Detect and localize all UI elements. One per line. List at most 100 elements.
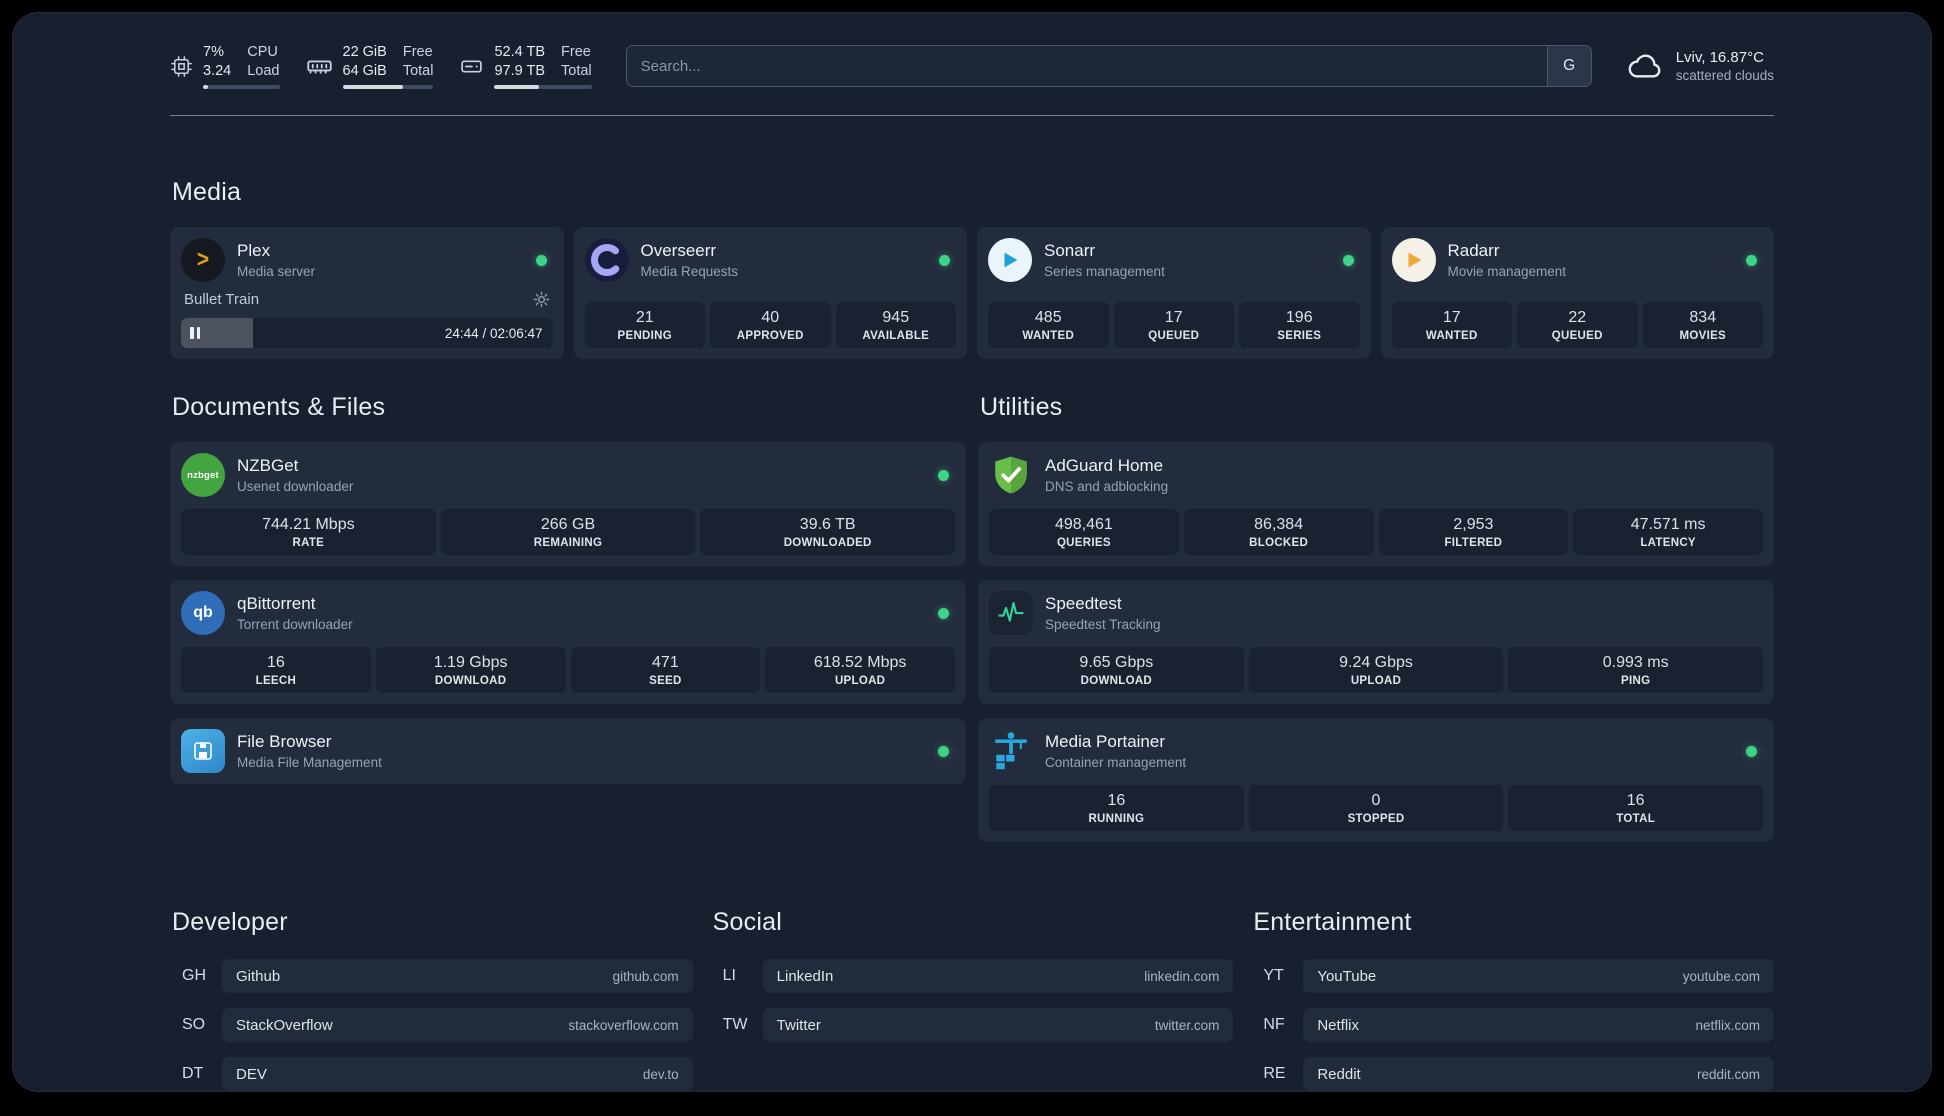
bookmark-linkedin[interactable]: LI LinkedIn linkedin.com xyxy=(711,959,1234,994)
portainer-stats: 16 RUNNING 0 STOPPED 16 TOTAL xyxy=(989,785,1764,832)
service-link-speedtest[interactable]: Speedtest Speedtest Tracking xyxy=(989,591,1763,636)
card-radarr: Radarr Movie management 17 WANTED 22 QUEUE… xyxy=(1380,227,1774,360)
bookmark-url: netflix.com xyxy=(1695,1017,1760,1033)
bookmark-abbr: GH xyxy=(182,967,206,985)
service-subtitle: Media server xyxy=(237,264,316,280)
bookmark-url: dev.to xyxy=(642,1066,679,1082)
cpu-icon xyxy=(170,55,193,78)
disk-usage-fill xyxy=(494,85,540,90)
status-dot xyxy=(1746,254,1757,266)
search-input[interactable] xyxy=(626,46,1547,87)
bookmark-url: twitter.com xyxy=(1154,1017,1220,1033)
bookmark-abbr: YT xyxy=(1263,967,1284,985)
service-link-overseerr[interactable]: Overseerr Media Requests xyxy=(584,238,957,283)
entertainment-section-title: Entertainment xyxy=(1253,908,1412,937)
bookmark-netflix[interactable]: NF Netflix netflix.com xyxy=(1251,1008,1774,1043)
disk-free-value: 52.4 TB xyxy=(494,44,546,60)
service-name: Media Portainer xyxy=(1045,732,1166,752)
social-section-title: Social xyxy=(712,908,782,937)
weather-condition: scattered clouds xyxy=(1675,68,1774,84)
service-subtitle: Usenet downloader xyxy=(237,479,354,495)
weather-widget: Lviv, 16.87°C scattered clouds xyxy=(1626,47,1774,85)
service-name: AdGuard Home xyxy=(1045,456,1164,476)
service-link-plex[interactable]: > Plex Media server xyxy=(181,238,553,283)
stat-queued: 17 QUEUED xyxy=(1113,302,1234,349)
service-name: Plex xyxy=(237,241,271,261)
bookmark-twitter[interactable]: TW Twitter twitter.com xyxy=(711,1008,1234,1043)
bookmark-name: Reddit xyxy=(1317,1065,1361,1083)
bookmark-abbr: DT xyxy=(182,1065,204,1083)
gear-icon[interactable] xyxy=(533,291,550,308)
speedtest-icon xyxy=(989,591,1033,636)
bookmark-abbr: LI xyxy=(722,967,736,985)
stat-movies: 834 MOVIES xyxy=(1642,302,1763,349)
filebrowser-icon xyxy=(181,729,225,774)
cpu-usage-fill xyxy=(203,85,209,90)
radarr-stats: 17 WANTED 22 QUEUED 834 MOVIES xyxy=(1391,302,1763,349)
service-subtitle: Container management xyxy=(1045,755,1187,771)
nzbget-stats: 744.21 Mbps RATE 266 GB REMAINING 39.6 TB D… xyxy=(181,509,956,556)
stat-rate: 744.21 Mbps RATE xyxy=(181,509,436,556)
portainer-icon xyxy=(989,729,1033,773)
overseerr-icon xyxy=(584,238,629,283)
utilities-section-title: Utilities xyxy=(980,393,1063,422)
pause-icon[interactable] xyxy=(190,327,200,340)
bookmarks: Developer GH Github github.com SO StackOv… xyxy=(170,908,1774,1091)
service-link-adguard[interactable]: AdGuard Home DNS and adblocking xyxy=(989,453,1763,497)
card-plex: > Plex Media server Bullet Train 24:44 /… xyxy=(170,227,564,360)
stat-upload: 9.24 Gbps UPLOAD xyxy=(1248,647,1504,694)
service-link-sonarr[interactable]: Sonarr Series management xyxy=(988,238,1360,283)
topbar-divider xyxy=(170,115,1774,117)
status-dot xyxy=(938,745,949,757)
stat-seed: 471 SEED xyxy=(570,647,761,694)
cpu-widget: 7% CPU 3.24 Load xyxy=(170,43,280,90)
disk-total-value: 97.9 TB xyxy=(494,63,546,80)
section-media: Media > Plex Media server Bullet Train 2… xyxy=(170,178,1774,360)
search-bar: G xyxy=(625,45,1592,88)
status-dot xyxy=(938,469,949,481)
status-dot xyxy=(535,254,547,266)
bookmark-stackoverflow[interactable]: SO StackOverflow stackoverflow.com xyxy=(170,1008,693,1043)
cpu-label-2: Load xyxy=(247,63,280,80)
topbar: 7% CPU 3.24 Load 22 GiB Free 64 GiB Tota… xyxy=(170,13,1774,90)
bookmark-name: StackOverflow xyxy=(236,1016,333,1034)
bookmark-youtube[interactable]: YT YouTube youtube.com xyxy=(1251,959,1774,994)
bookmark-dev[interactable]: DT DEV dev.to xyxy=(170,1057,693,1091)
memory-label-1: Free xyxy=(402,44,433,60)
card-qbittorrent: qb qBittorrent Torrent downloader 16 LEEC… xyxy=(170,580,966,705)
search-provider-button[interactable]: G xyxy=(1546,46,1591,87)
bookmark-url: youtube.com xyxy=(1682,968,1760,984)
stat-stopped: 0 STOPPED xyxy=(1248,785,1504,832)
disk-widget: 52.4 TB Free 97.9 TB Total xyxy=(459,43,592,90)
bookmark-name: DEV xyxy=(236,1065,267,1083)
service-link-filebrowser[interactable]: File Browser Media File Management xyxy=(181,729,955,774)
memory-usage-fill xyxy=(342,85,403,90)
card-sonarr: Sonarr Series management 485 WANTED 17 QUE… xyxy=(977,227,1371,360)
status-dot xyxy=(938,607,949,619)
card-speedtest: Speedtest Speedtest Tracking 9.65 Gbps DO… xyxy=(978,580,1774,705)
service-link-radarr[interactable]: Radarr Movie management xyxy=(1391,238,1764,283)
stat-downloaded: 39.6 TB DOWNLOADED xyxy=(700,509,956,556)
documents-section-title: Documents & Files xyxy=(172,393,386,422)
plex-icon: > xyxy=(181,238,225,283)
service-link-nzbget[interactable]: nzbget NZBGet Usenet downloader xyxy=(181,453,955,498)
stat-queued: 22 QUEUED xyxy=(1517,302,1638,349)
playback-progress-bar[interactable]: 24:44 / 02:06:47 xyxy=(181,318,553,349)
service-subtitle: Media Requests xyxy=(640,264,739,280)
bookmark-name: Twitter xyxy=(776,1016,821,1034)
sonarr-icon xyxy=(988,238,1032,283)
bookmark-github[interactable]: GH Github github.com xyxy=(170,959,693,994)
resource-widgets: 7% CPU 3.24 Load 22 GiB Free 64 GiB Tota… xyxy=(170,43,592,90)
cpu-usage-value: 7% xyxy=(203,44,224,60)
stat-download: 1.19 Gbps DOWNLOAD xyxy=(375,647,566,694)
service-subtitle: Speedtest Tracking xyxy=(1045,617,1161,633)
memory-total-value: 64 GiB xyxy=(342,63,387,80)
card-filebrowser: File Browser Media File Management xyxy=(170,718,966,785)
media-section-title: Media xyxy=(172,178,242,207)
service-link-portainer[interactable]: Media Portainer Container management xyxy=(989,729,1763,773)
bookmark-reddit[interactable]: RE Reddit reddit.com xyxy=(1251,1057,1774,1091)
now-playing-row: Bullet Train xyxy=(181,291,553,308)
bookmark-url: reddit.com xyxy=(1696,1066,1760,1082)
service-link-qbittorrent[interactable]: qb qBittorrent Torrent downloader xyxy=(181,591,955,636)
status-dot xyxy=(1746,745,1757,757)
